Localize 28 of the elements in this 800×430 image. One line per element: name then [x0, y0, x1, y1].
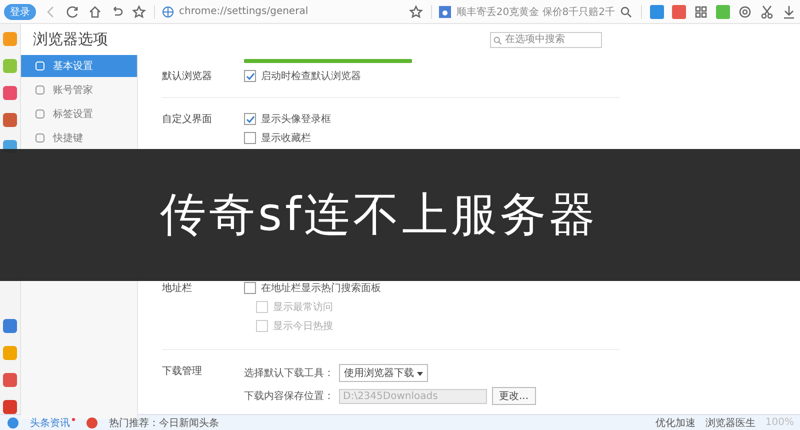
option-label: 在地址栏显示热门搜索面板: [261, 282, 381, 295]
section-label: 地址栏: [162, 282, 193, 295]
status-tool[interactable]: 优化加速: [655, 416, 696, 430]
download-tool-select[interactable]: 使用浏览器下载: [339, 364, 428, 382]
sidebar-item[interactable]: 快捷键: [21, 127, 137, 149]
option-label: 显示收藏栏: [261, 132, 311, 145]
section-label: 下载管理: [162, 364, 203, 378]
option-label: 下载内容保存位置：: [244, 390, 334, 403]
status-link[interactable]: 热门推荐：今日新闻头条: [109, 416, 219, 430]
section-label: 默认浏览器: [162, 70, 213, 83]
section-label: 自定义界面: [162, 112, 213, 126]
option-label: 启动时检查默认浏览器: [261, 70, 361, 83]
option-label: 显示头像登录框: [261, 112, 331, 126]
search-field[interactable]: 在选项中搜索: [490, 32, 602, 48]
sidebar-item[interactable]: 基本设置: [21, 55, 137, 77]
option-label: 显示最常访问: [273, 300, 333, 314]
status-tool[interactable]: 浏览器医生: [705, 416, 756, 430]
option-label: 选择默认下载工具：: [244, 366, 334, 380]
sidebar-item[interactable]: 标签设置: [21, 103, 137, 125]
status-link[interactable]: 头条资讯: [30, 416, 70, 430]
page-title: 浏览器选项: [33, 30, 108, 49]
login-button[interactable]: 登录: [4, 4, 36, 20]
banner-title: 传奇sf连不上服务器: [160, 186, 598, 243]
sidebar-item[interactable]: 账号管家: [21, 79, 137, 101]
change-button[interactable]: 更改...: [492, 387, 536, 405]
option-label: 显示今日热搜: [273, 320, 333, 333]
news-link[interactable]: 顺丰寄丢20克黄金 保价8千只赔2千: [456, 4, 615, 18]
address-text[interactable]: chrome://settings/general: [179, 6, 308, 17]
